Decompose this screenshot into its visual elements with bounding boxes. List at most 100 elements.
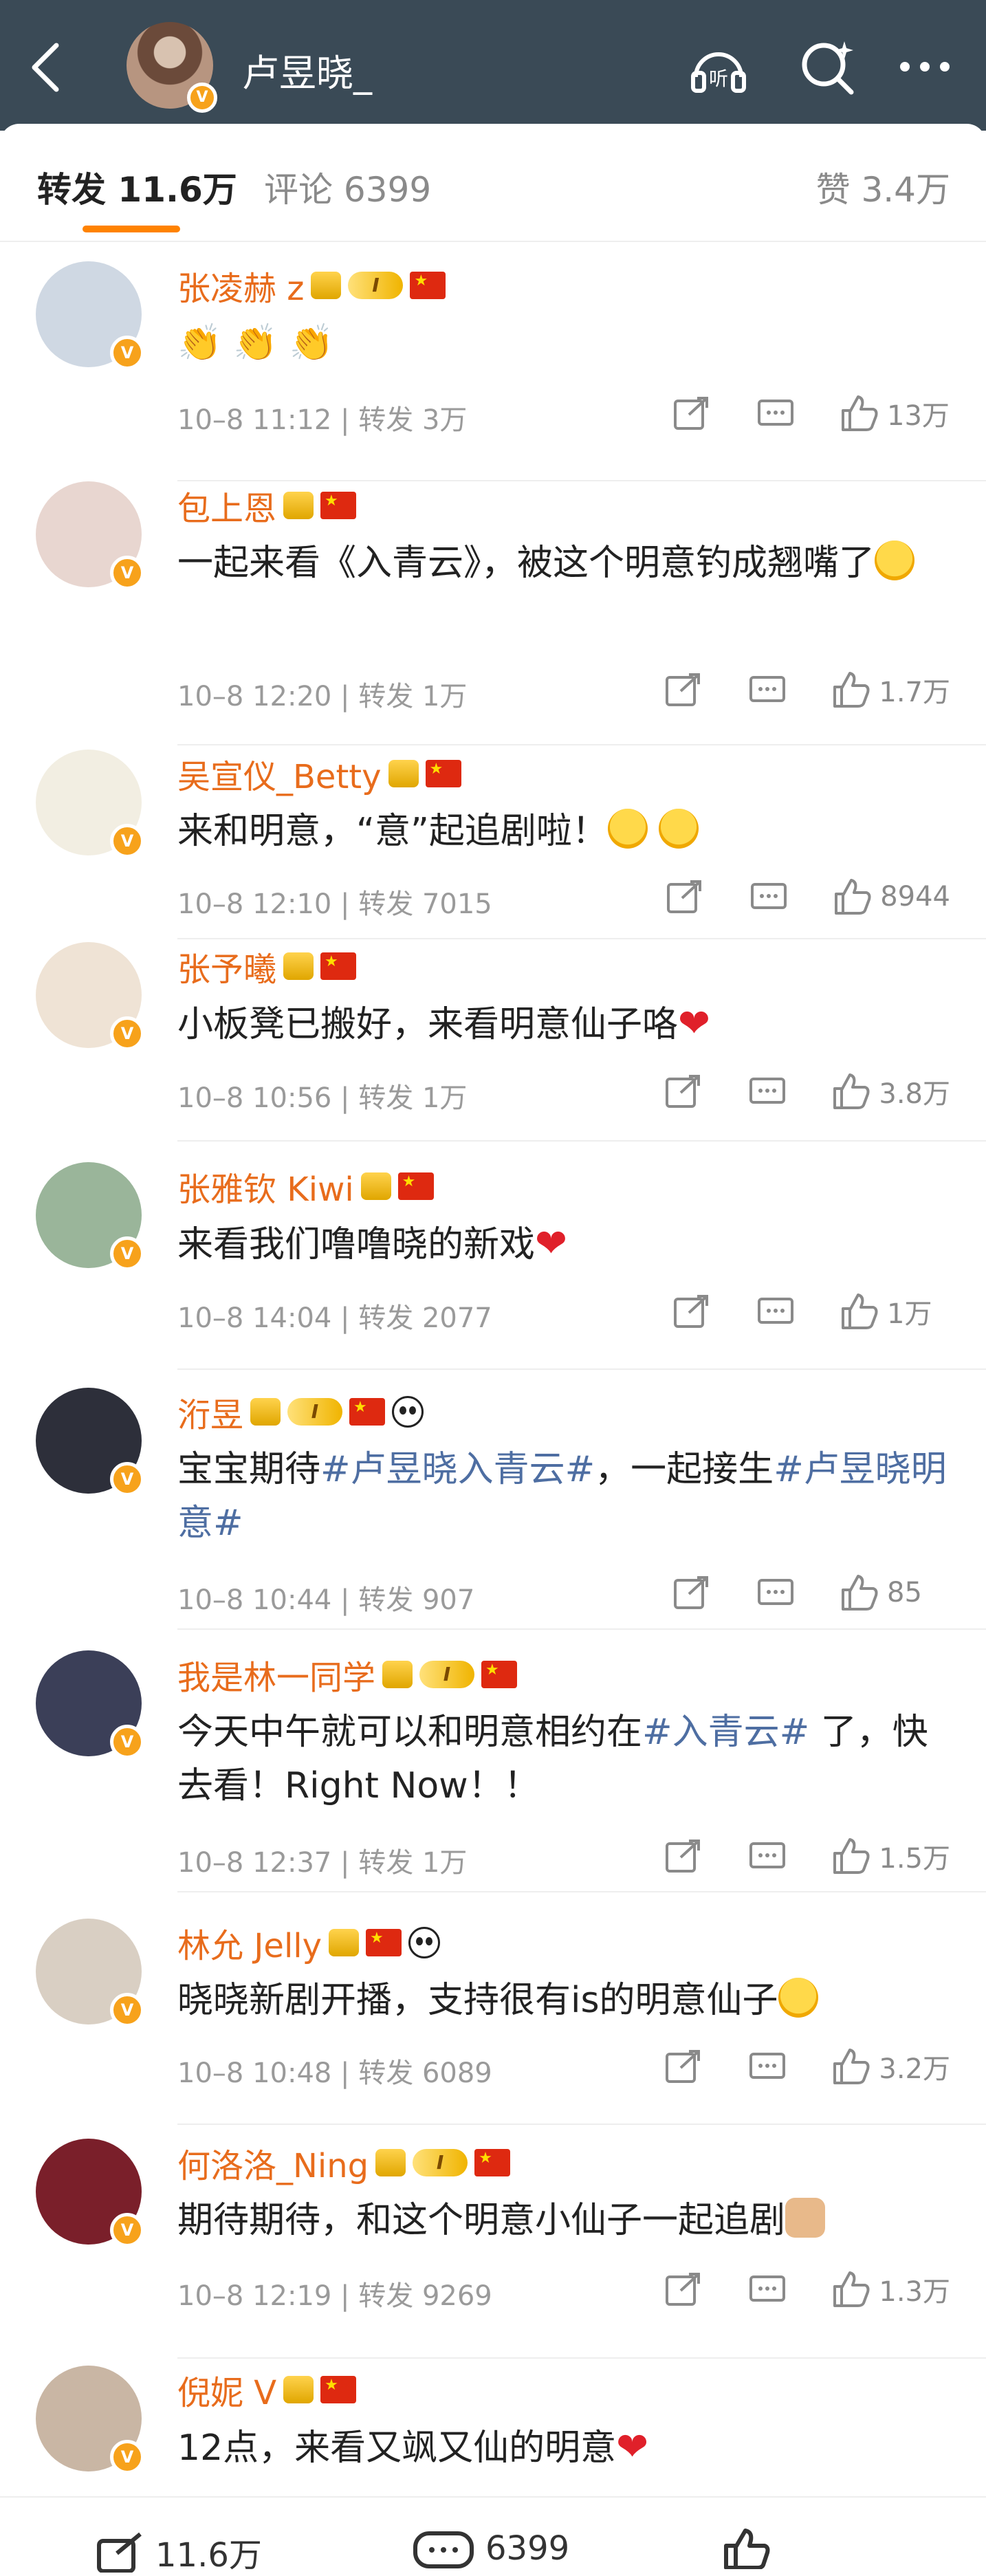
repost-item[interactable]: V 何洛洛_Ning I 期待期待，和这个明意小仙子一起追剧 10–8 12:19 | …	[0, 2139, 986, 2359]
header-avatar[interactable]: V	[127, 22, 217, 113]
search-icon[interactable]	[796, 36, 858, 98]
like-count: 85	[887, 1577, 922, 1608]
user-name-row[interactable]: 林允 Jelly	[177, 1919, 441, 1967]
divider	[177, 1140, 986, 1142]
content-text: ，一起接生	[595, 1449, 774, 1490]
share-icon[interactable]	[672, 1573, 711, 1612]
like-icon[interactable]	[832, 670, 870, 709]
repost-actions: 1.3万	[664, 2269, 950, 2309]
repost-item[interactable]: V 吴宣仪_Betty 来和明意，“意”起追剧啦！ 10–8 12:10 | 转发 …	[0, 750, 986, 939]
user-name-row[interactable]: 张雅钦 Kiwi	[177, 1162, 434, 1210]
repost-item[interactable]: V 包上恩一起来看《入青云》，被这个明意钓成翘嘴了 10–8 12:20 | 转发…	[0, 481, 986, 745]
share-icon[interactable]	[672, 394, 711, 433]
china-flag-icon	[320, 492, 357, 519]
share-icon[interactable]	[664, 2270, 703, 2308]
repost-item[interactable]: V 张凌赫 z I 👏 👏 👏 10–8 11:12 | 转发 3万 13万	[0, 261, 986, 481]
user-avatar[interactable]: V	[36, 261, 144, 370]
comment-icon[interactable]	[748, 1837, 787, 1875]
tab-comment[interactable]: 评论 6399	[264, 162, 431, 212]
user-name-row[interactable]: 吴宣仪_Betty	[177, 750, 461, 798]
content-text: 宝宝期待	[177, 1449, 321, 1490]
emoji-icon	[875, 541, 915, 580]
panda-icon	[392, 1396, 424, 1428]
like-icon[interactable]	[832, 1072, 870, 1111]
comment-icon[interactable]	[749, 877, 788, 916]
tab-bar: 转发 11.6万 评论 6399 赞 3.4万	[0, 124, 986, 242]
comment-icon[interactable]	[748, 2270, 787, 2308]
share-icon[interactable]	[664, 1072, 703, 1111]
topic-link[interactable]: #卢昱晓入青云#	[320, 1449, 595, 1490]
user-name-row[interactable]: 我是林一同学 I	[177, 1650, 518, 1699]
topic-link[interactable]: #入青云#	[642, 1712, 809, 1753]
comment-icon[interactable]	[748, 2047, 787, 2086]
user-avatar[interactable]: V	[36, 481, 144, 590]
user-name[interactable]: 张予曦	[177, 942, 276, 990]
user-name-row[interactable]: 张凌赫 z I	[177, 261, 446, 309]
header-username[interactable]: 卢昱晓_	[242, 43, 372, 97]
user-avatar[interactable]: V	[36, 2366, 144, 2474]
repost-count: 转发 3万	[358, 404, 468, 436]
share-icon[interactable]	[664, 2047, 703, 2086]
user-name[interactable]: 洐昱	[177, 1388, 243, 1436]
user-name-row[interactable]: 张予曦	[177, 942, 357, 990]
repost-item[interactable]: V 张予曦小板凳已搬好，来看明意仙子咯❤ 10–8 10:56 | 转发 1万 3.…	[0, 942, 986, 1142]
like-icon[interactable]	[840, 394, 879, 433]
china-flag-icon	[397, 1172, 434, 1200]
like-count: 8944	[880, 881, 950, 913]
repost-item[interactable]: V 林允 Jelly 晓晓新剧开播，支持很有is的明意仙子 10–8 10:48 |…	[0, 1919, 986, 2125]
user-name[interactable]: 我是林一同学	[177, 1650, 375, 1699]
like-icon[interactable]	[832, 2270, 870, 2308]
like-icon[interactable]	[832, 1837, 870, 1875]
user-avatar[interactable]: V	[36, 942, 144, 1051]
user-avatar[interactable]: V	[36, 1919, 144, 2027]
user-name[interactable]: 何洛洛_Ning	[177, 2139, 369, 2187]
user-name[interactable]: 张雅钦 Kiwi	[177, 1162, 354, 1210]
listen-icon[interactable]: 听	[688, 36, 749, 98]
more-icon[interactable]	[894, 36, 956, 98]
comment-icon[interactable]	[756, 394, 795, 433]
repost-item[interactable]: V 洐昱 I 宝宝期待#卢昱晓入青云#，一起接生#卢昱晓明意# 10–8 10:44 |…	[0, 1388, 986, 1630]
china-flag-icon	[320, 2376, 357, 2403]
like-icon[interactable]	[840, 1573, 879, 1612]
user-name[interactable]: 张凌赫 z	[177, 261, 304, 309]
user-name-row[interactable]: 包上恩	[177, 481, 357, 530]
repost-content: 宝宝期待#卢昱晓入青云#，一起接生#卢昱晓明意#	[177, 1443, 950, 1550]
repost-count: 转发 6089	[358, 2057, 492, 2089]
repost-actions: 1.5万	[664, 1836, 950, 1876]
user-avatar[interactable]: V	[36, 1388, 144, 1496]
comment-icon[interactable]	[748, 670, 787, 709]
user-name[interactable]: 倪妮 V	[177, 2366, 276, 2414]
share-icon[interactable]	[664, 1837, 703, 1875]
emoji-icon	[778, 1978, 818, 2018]
user-name-row[interactable]: 洐昱 I	[177, 1388, 424, 1436]
like-icon[interactable]	[832, 2047, 870, 2086]
user-avatar[interactable]: V	[36, 2139, 144, 2247]
repost-content: 今天中午就可以和明意相约在#入青云# 了，快去看！Right Now！！	[177, 1705, 950, 1813]
repost-item[interactable]: V 我是林一同学 I 今天中午就可以和明意相约在#入青云# 了，快去看！Right N…	[0, 1650, 986, 1892]
comment-icon[interactable]	[756, 1573, 795, 1612]
user-name[interactable]: 林允 Jelly	[177, 1919, 322, 1967]
tab-repost[interactable]: 转发 11.6万	[37, 162, 237, 212]
repost-item[interactable]: V 倪妮 V 12点，来看又飒又仙的明意❤	[0, 2366, 986, 2496]
repost-item[interactable]: V 张雅钦 Kiwi 来看我们噜噜晓的新戏❤ 10–8 14:04 | 转发 2077…	[0, 1162, 986, 1370]
comment-icon[interactable]	[748, 1072, 787, 1111]
user-name[interactable]: 包上恩	[177, 481, 276, 530]
bottom-comment-button[interactable]: 6399	[413, 2528, 569, 2569]
like-icon[interactable]	[840, 1292, 879, 1331]
share-icon[interactable]	[672, 1292, 711, 1331]
user-avatar[interactable]: V	[36, 750, 144, 858]
user-avatar[interactable]: V	[36, 1162, 144, 1271]
share-icon[interactable]	[666, 877, 704, 916]
tab-like[interactable]: 赞 3.4万	[816, 162, 950, 212]
share-icon[interactable]	[664, 670, 703, 709]
user-name-row[interactable]: 倪妮 V	[177, 2366, 357, 2414]
user-avatar[interactable]: V	[36, 1650, 144, 1759]
bottom-repost-button[interactable]: 11.6万	[96, 2528, 262, 2576]
bottom-like-button[interactable]	[722, 2528, 770, 2569]
back-icon[interactable]	[26, 40, 67, 95]
user-name-row[interactable]: 何洛洛_Ning I	[177, 2139, 511, 2187]
user-name[interactable]: 吴宣仪_Betty	[177, 750, 382, 798]
like-count: 1万	[887, 1298, 932, 1330]
like-icon[interactable]	[833, 877, 872, 916]
comment-icon[interactable]	[756, 1292, 795, 1331]
